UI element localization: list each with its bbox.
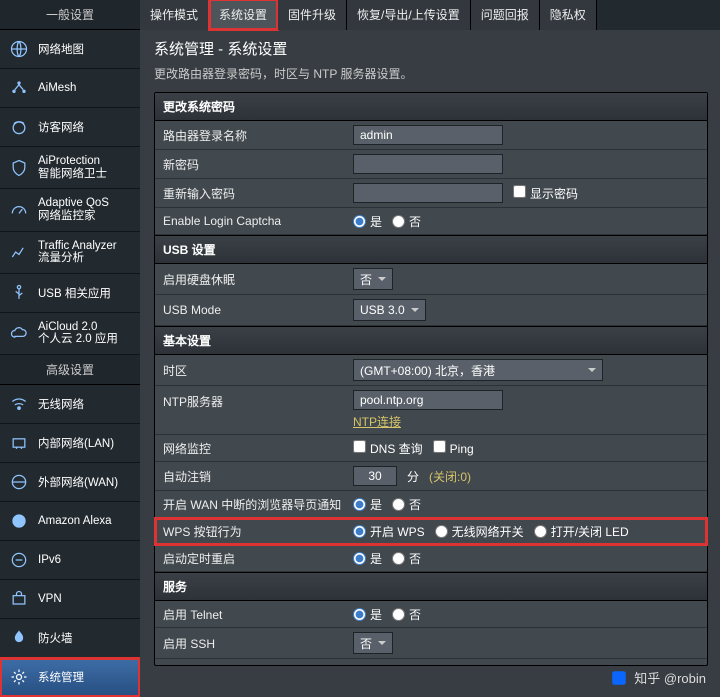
- captcha-no[interactable]: 否: [392, 213, 421, 230]
- ntp-input[interactable]: [353, 390, 503, 410]
- sidebar-item-traffic[interactable]: Traffic Analyzer 流量分析: [0, 232, 140, 274]
- show-password-checkbox[interactable]: 显示密码: [513, 185, 578, 202]
- gauge-icon: [8, 199, 30, 221]
- redirect-no[interactable]: 否: [392, 496, 421, 513]
- wifi-globe-icon: [8, 116, 30, 138]
- tab-bar: 操作模式 系统设置 固件升级 恢复/导出/上传设置 问题回报 隐私权: [140, 0, 720, 30]
- captcha-yes[interactable]: 是: [353, 213, 382, 230]
- row-login-name: 路由器登录名称: [155, 121, 707, 150]
- section-basic: 基本设置: [155, 326, 707, 355]
- sched-no[interactable]: 否: [392, 550, 421, 567]
- sidebar-item-aiprotection[interactable]: AiProtection 智能网络卫士: [0, 147, 140, 189]
- tab-operation-mode[interactable]: 操作模式: [140, 0, 209, 30]
- gear-icon: [8, 666, 30, 688]
- sidebar-item-usb[interactable]: USB 相关应用: [0, 274, 140, 313]
- sidebar-item-alexa[interactable]: Amazon Alexa: [0, 502, 140, 541]
- sidebar-item-firewall[interactable]: 防火墙: [0, 619, 140, 658]
- section-usb: USB 设置: [155, 235, 707, 264]
- row-retype-password: 重新输入密码 显示密码: [155, 179, 707, 208]
- zhihu-icon: [610, 669, 628, 687]
- usb-mode-select[interactable]: USB 3.0: [353, 299, 426, 321]
- row-ssh: 启用 SSH 否: [155, 628, 707, 659]
- row-new-password: 新密码: [155, 150, 707, 179]
- wps-open[interactable]: 开启 WPS: [353, 523, 425, 540]
- row-reboot-schedule: 启动定时重启 是 否: [155, 545, 707, 572]
- row-captcha: Enable Login Captcha 是 否: [155, 208, 707, 235]
- sidebar-item-wan[interactable]: 外部网络(WAN): [0, 463, 140, 502]
- alexa-icon: [8, 510, 30, 532]
- wps-led[interactable]: 打开/关闭 LED: [534, 523, 629, 540]
- page-desc: 更改路由器登录密码，时区与 NTP 服务器设置。: [154, 65, 708, 82]
- login-name-input[interactable]: [353, 125, 503, 145]
- mesh-icon: [8, 77, 30, 99]
- vpn-icon: [8, 588, 30, 610]
- tab-system-settings[interactable]: 系统设置: [209, 0, 278, 30]
- tab-feedback[interactable]: 问题回报: [471, 0, 540, 30]
- monitor-dns[interactable]: DNS 查询: [353, 440, 423, 457]
- firewall-icon: [8, 627, 30, 649]
- tab-firmware[interactable]: 固件升级: [278, 0, 347, 30]
- sidebar-item-network-map[interactable]: 网络地图: [0, 30, 140, 69]
- row-ntp: NTP服务器 NTP连接: [155, 386, 707, 435]
- usb-icon: [8, 282, 30, 304]
- row-timezone: 时区 (GMT+08:00) 北京，香港: [155, 355, 707, 386]
- sidebar-header-advanced: 高级设置: [0, 355, 140, 385]
- shield-icon: [8, 157, 30, 179]
- page-title: 系统管理 - 系统设置: [154, 38, 708, 59]
- sidebar-header-general: 一般设置: [0, 0, 140, 30]
- sidebar-item-guest[interactable]: 访客网络: [0, 108, 140, 147]
- row-wps-button: WPS 按钮行为 开启 WPS 无线网络开关 打开/关闭 LED: [155, 518, 707, 545]
- row-monitor: 网络监控 DNS 查询 Ping: [155, 435, 707, 462]
- wps-wifi-toggle[interactable]: 无线网络开关: [435, 523, 524, 540]
- new-password-input[interactable]: [353, 154, 503, 174]
- sidebar-item-vpn[interactable]: VPN: [0, 580, 140, 619]
- sidebar-item-aicloud[interactable]: AiCloud 2.0 个人云 2.0 应用: [0, 313, 140, 355]
- timezone-select[interactable]: (GMT+08:00) 北京，香港: [353, 359, 603, 381]
- tab-restore[interactable]: 恢复/导出/上传设置: [347, 0, 471, 30]
- redirect-yes[interactable]: 是: [353, 496, 382, 513]
- sidebar: 一般设置 网络地图 AiMesh 访客网络 AiProtection 智能网络卫…: [0, 0, 140, 697]
- settings-pane: 更改系统密码 路由器登录名称 新密码 重新输入密码 显示密码 Enable Lo…: [154, 92, 708, 666]
- ipv6-icon: [8, 549, 30, 571]
- sidebar-item-administration[interactable]: 系统管理: [0, 658, 140, 697]
- retype-password-input[interactable]: [353, 183, 503, 203]
- wifi-icon: [8, 393, 30, 415]
- lan-icon: [8, 432, 30, 454]
- telnet-no[interactable]: 否: [392, 606, 421, 623]
- section-service: 服务: [155, 572, 707, 601]
- watermark: 知乎 @robin: [610, 668, 706, 687]
- section-password: 更改系统密码: [155, 93, 707, 121]
- sidebar-item-qos[interactable]: Adaptive QoS 网络监控家: [0, 189, 140, 231]
- sidebar-item-wireless[interactable]: 无线网络: [0, 385, 140, 424]
- row-hdd-hibernate: 启用硬盘休眠 否: [155, 264, 707, 295]
- row-wan-redirect: 开启 WAN 中断的浏览器导页通知 是 否: [155, 491, 707, 518]
- row-auto-logout: 自动注销 分 (关闭:0): [155, 462, 707, 491]
- telnet-yes[interactable]: 是: [353, 606, 382, 623]
- sidebar-item-aimesh[interactable]: AiMesh: [0, 69, 140, 108]
- row-telnet: 启用 Telnet 是 否: [155, 601, 707, 628]
- main-content: 操作模式 系统设置 固件升级 恢复/导出/上传设置 问题回报 隐私权 系统管理 …: [140, 0, 720, 697]
- sidebar-item-ipv6[interactable]: IPv6: [0, 541, 140, 580]
- logout-input[interactable]: [353, 466, 397, 486]
- ntp-link[interactable]: NTP连接: [353, 413, 401, 430]
- monitor-ping[interactable]: Ping: [433, 440, 474, 456]
- globe2-icon: [8, 471, 30, 493]
- chart-icon: [8, 241, 30, 263]
- row-usb-mode: USB Mode USB 3.0: [155, 295, 707, 326]
- sidebar-item-lan[interactable]: 内部网络(LAN): [0, 424, 140, 463]
- cloud-icon: [8, 322, 30, 344]
- globe-icon: [8, 38, 30, 60]
- sched-yes[interactable]: 是: [353, 550, 382, 567]
- hdd-select[interactable]: 否: [353, 268, 393, 290]
- tab-privacy[interactable]: 隐私权: [540, 0, 597, 30]
